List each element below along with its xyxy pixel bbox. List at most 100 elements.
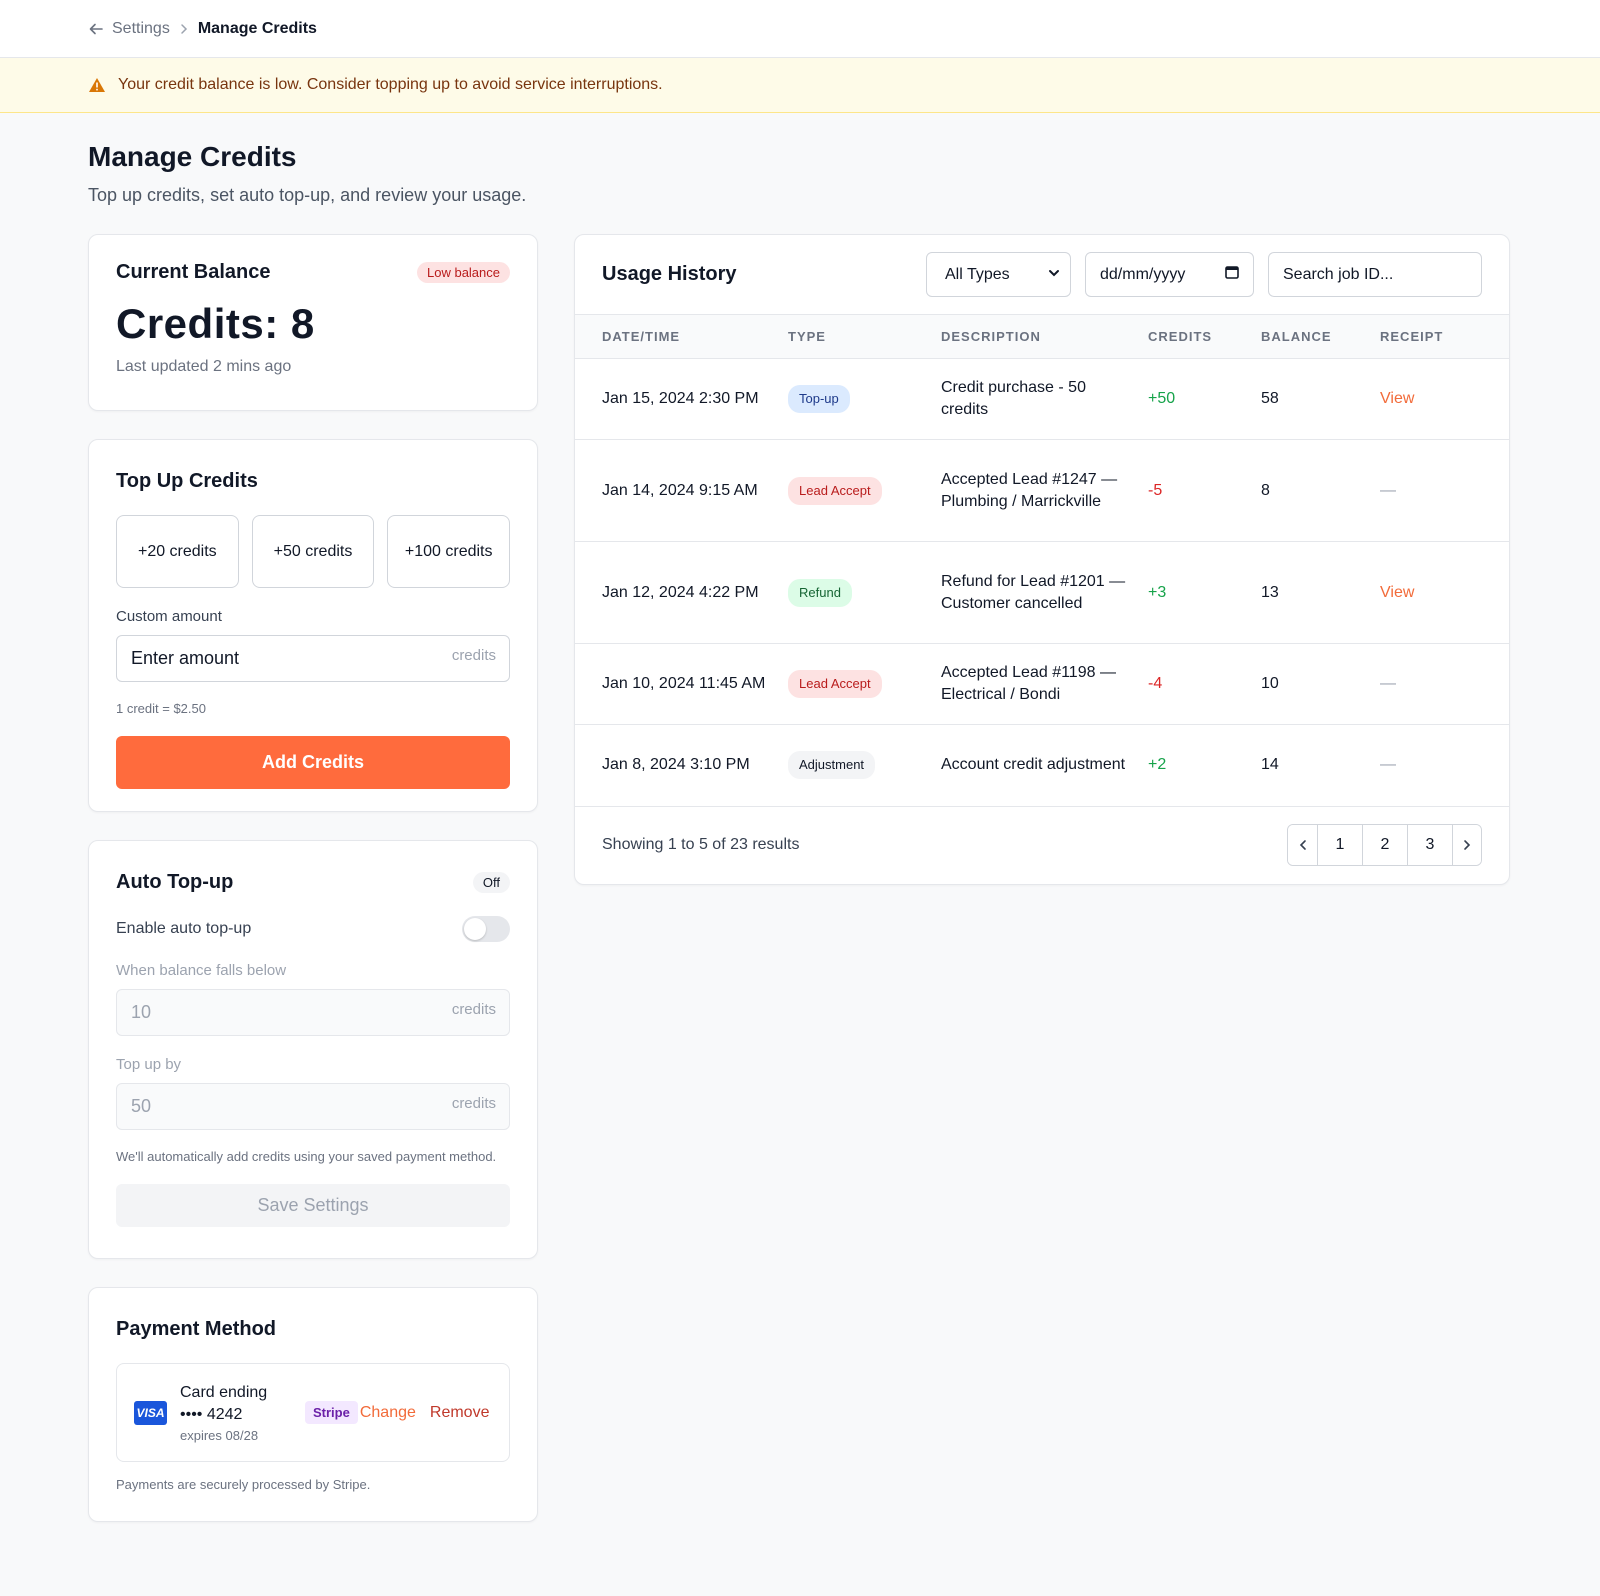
quick-50-credits-button[interactable]: +50 credits (251, 515, 375, 588)
page-title: Manage Credits (88, 141, 297, 172)
card-number: •••• 4242 (180, 1406, 243, 1423)
breadcrumb-settings[interactable]: Settings (112, 20, 170, 38)
type-tag: Top-up (788, 385, 850, 413)
top-up-by-input[interactable]: 50 credits (116, 1083, 510, 1130)
row-credits: +3 (1148, 541, 1261, 644)
payment-footer-note: Payments are securely processed by Strip… (116, 1477, 371, 1492)
col-type: TYPE (788, 314, 941, 359)
row-credits: -5 (1148, 439, 1261, 542)
row-description: Refund for Lead #1201 — Customer cancell… (941, 541, 1148, 644)
last-updated: Last updated 2 mins ago (116, 358, 292, 375)
table-row: Jan 15, 2024 2:30 PM Top-up Credit purch… (575, 358, 1509, 440)
quick-20-credits-button[interactable]: +20 credits (116, 515, 239, 588)
type-tag: Lead Accept (788, 476, 882, 505)
row-description: Account credit adjustment (941, 724, 1148, 806)
page-3-button[interactable]: 3 (1407, 825, 1452, 865)
row-description: Credit purchase - 50 credits (941, 358, 1148, 440)
chevron-left-icon[interactable] (1288, 825, 1317, 865)
type-filter-select[interactable]: All Types (926, 252, 1071, 297)
row-date: Jan 8, 2024 3:10 PM (575, 724, 788, 806)
col-balance: BALANCE (1261, 314, 1380, 359)
row-balance: 14 (1261, 724, 1380, 806)
calendar-icon[interactable] (1225, 265, 1239, 284)
threshold-suffix: credits (451, 1001, 496, 1018)
date-filter-input[interactable]: dd/mm/yyyy (1085, 252, 1254, 297)
usage-history-title: Usage History (602, 263, 737, 285)
page-2-button[interactable]: 2 (1362, 825, 1407, 865)
table-row: Jan 10, 2024 11:45 AM Lead Accept Accept… (575, 643, 1509, 725)
auto-top-up-note: We'll automatically add credits using yo… (116, 1149, 497, 1164)
remove-card-link[interactable]: Remove (430, 1404, 490, 1422)
search-job-input[interactable]: Search job ID... (1268, 252, 1482, 297)
toggle-knob (464, 918, 486, 940)
saved-card: VISA Card ending •••• 4242 expires 08/28… (116, 1363, 510, 1462)
chevron-down-icon (1048, 266, 1060, 284)
usage-history-card: Usage History All Types dd/mm/yyyy Searc… (574, 234, 1510, 885)
col-receipt: RECEIPT (1380, 314, 1509, 359)
stripe-badge: Stripe (305, 1401, 358, 1424)
row-credits: -4 (1148, 643, 1261, 725)
receipt-empty: — (1380, 643, 1509, 725)
payment-title: Payment Method (116, 1318, 277, 1340)
row-description: Accepted Lead #1247 — Plumbing / Marrick… (941, 439, 1148, 542)
usage-table: DATE/TIME TYPE DESCRIPTION CREDITS BALAN… (575, 314, 1509, 806)
type-filter-value: All Types (945, 265, 1010, 283)
credits-suffix: credits (451, 647, 496, 664)
search-placeholder: Search job ID... (1283, 265, 1394, 283)
threshold-label: When balance falls below (116, 962, 287, 979)
auto-top-up-toggle[interactable] (462, 916, 510, 942)
top-up-by-label: Top up by (116, 1056, 182, 1073)
back-arrow-icon[interactable] (88, 21, 104, 37)
row-credits: +2 (1148, 724, 1261, 806)
type-tag: Adjustment (788, 751, 876, 780)
auto-top-up-title: Auto Top-up (116, 871, 234, 893)
quick-100-credits-button[interactable]: +100 credits (387, 515, 511, 588)
top-up-by-suffix: credits (451, 1095, 496, 1112)
low-balance-banner: Your credit balance is low. Consider top… (0, 58, 1600, 113)
pagination: 1 2 3 (1287, 824, 1482, 866)
type-tag: Refund (788, 578, 852, 607)
row-balance: 10 (1261, 643, 1380, 725)
receipt-view-link[interactable]: View (1380, 358, 1509, 440)
row-description: Accepted Lead #1198 — Electrical / Bondi (941, 643, 1148, 725)
type-tag: Lead Accept (788, 670, 882, 698)
card-expiry: expires 08/28 (180, 1428, 259, 1443)
page-subtitle: Top up credits, set auto top-up, and rev… (88, 185, 527, 205)
custom-amount-input[interactable]: Enter amount credits (116, 635, 510, 682)
top-up-card: Top Up Credits +20 credits +50 credits +… (88, 439, 538, 812)
row-date: Jan 10, 2024 11:45 AM (575, 643, 788, 725)
receipt-empty: — (1380, 439, 1509, 542)
auto-status-badge: Off (472, 872, 510, 893)
auto-top-up-card: Auto Top-up Off Enable auto top-up When … (88, 840, 538, 1259)
table-row: Jan 8, 2024 3:10 PM Adjustment Account c… (575, 724, 1509, 806)
col-date: DATE/TIME (575, 314, 788, 359)
page-1-button[interactable]: 1 (1317, 825, 1362, 865)
save-settings-button[interactable]: Save Settings (116, 1184, 510, 1227)
top-up-title: Top Up Credits (116, 470, 258, 492)
row-date: Jan 12, 2024 4:22 PM (575, 541, 788, 644)
change-card-link[interactable]: Change (360, 1404, 416, 1422)
threshold-value: 10 (131, 1002, 152, 1022)
breadcrumb-current: Manage Credits (197, 19, 317, 37)
table-row: Jan 14, 2024 9:15 AM Lead Accept Accepte… (575, 439, 1509, 542)
card-ending-label: Card ending (180, 1384, 268, 1401)
chevron-right-icon (178, 23, 190, 35)
payment-method-card: Payment Method VISA Card ending •••• 424… (88, 1287, 538, 1522)
row-balance: 8 (1261, 439, 1380, 542)
add-credits-button[interactable]: Add Credits (116, 736, 510, 789)
visa-logo-icon: VISA (134, 1400, 167, 1425)
row-date: Jan 15, 2024 2:30 PM (575, 358, 788, 440)
table-footer: Showing 1 to 5 of 23 results 1 2 3 (575, 805, 1509, 884)
credits-value: Credits: 8 (116, 300, 315, 347)
receipt-view-link[interactable]: View (1380, 541, 1509, 644)
warning-triangle-icon (88, 77, 106, 93)
threshold-input[interactable]: 10 credits (116, 989, 510, 1036)
date-placeholder: dd/mm/yyyy (1100, 265, 1186, 283)
chevron-right-icon[interactable] (1452, 825, 1481, 865)
row-date: Jan 14, 2024 9:15 AM (575, 439, 788, 542)
table-row: Jan 12, 2024 4:22 PM Refund Refund for L… (575, 541, 1509, 644)
receipt-empty: — (1380, 724, 1509, 806)
row-balance: 58 (1261, 358, 1380, 440)
table-header-row: DATE/TIME TYPE DESCRIPTION CREDITS BALAN… (575, 314, 1509, 359)
credit-rate: 1 credit = $2.50 (116, 701, 206, 716)
